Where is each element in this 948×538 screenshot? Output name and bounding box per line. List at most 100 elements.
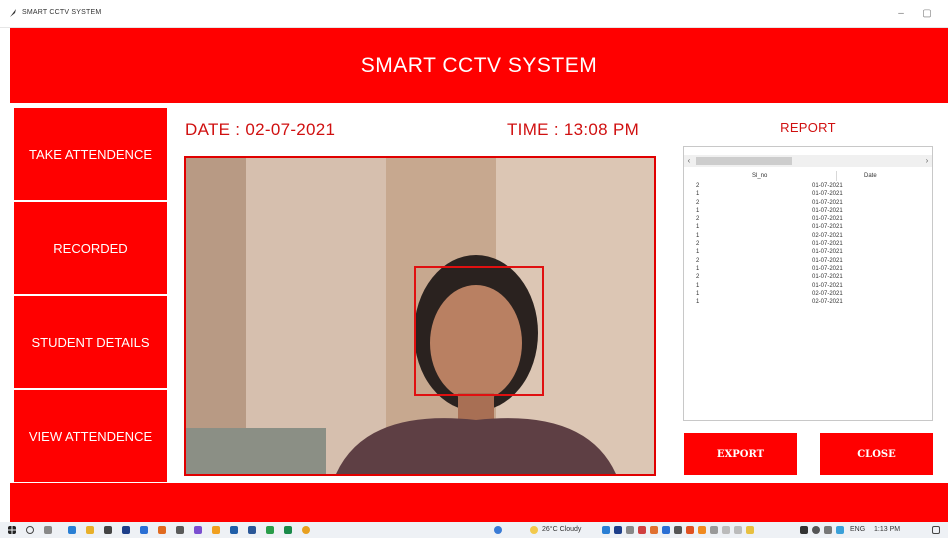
view-attendence-button[interactable]: VIEW ATTENDENCE [14,390,167,482]
task-view-icon[interactable] [44,526,52,534]
table-row[interactable]: 1 01-07-2021 [684,266,932,274]
windows-start-icon[interactable] [8,526,16,534]
table-row[interactable]: 1 01-07-2021 [684,283,932,291]
table-row[interactable]: 2 01-07-2021 [684,274,932,282]
input-language[interactable]: ENG [850,526,865,533]
row-date: 01-07-2021 [812,274,843,281]
row-slno: 2 [696,216,700,223]
tray-icon[interactable] [710,526,718,534]
row-slno: 2 [696,183,700,189]
report-rows: 2 01-07-2021 1 01-07-2021 2 01-07-2021 1 01-07-… [684,183,932,307]
column-header-date[interactable]: Date [864,173,877,179]
row-slno: 1 [696,224,700,231]
table-row[interactable]: 1 02-07-2021 [684,291,932,299]
file-explorer-icon[interactable] [86,526,94,534]
table-row[interactable]: 1 02-07-2021 [684,299,932,307]
volume-icon[interactable] [812,526,820,534]
take-attendence-button[interactable]: TAKE ATTENDENCE [14,108,167,200]
tray-icon[interactable] [674,526,682,534]
horizontal-scrollbar[interactable]: ‹ › [684,155,932,167]
taskbar-clock[interactable]: 1:13 PM [874,526,900,533]
export-button[interactable]: EXPORT [684,433,797,475]
scroll-right-icon[interactable]: › [922,155,932,167]
table-row[interactable]: 1 01-07-2021 [684,224,932,232]
student-details-button[interactable]: STUDENT DETAILS [14,296,167,388]
table-row[interactable]: 2 01-07-2021 [684,241,932,249]
taskbar-app-icon[interactable] [158,526,166,534]
scrollbar-thumb[interactable] [696,157,792,165]
tray-icon[interactable] [602,526,610,534]
row-date: 01-07-2021 [812,265,843,272]
taskbar-app-icon[interactable] [494,526,502,534]
tray-icon[interactable] [686,526,694,534]
row-slno: 1 [696,232,700,239]
taskbar-app-icon[interactable] [212,526,220,534]
window-title: SMART CCTV SYSTEM [22,9,102,16]
recorded-button[interactable]: RECORDED [14,202,167,294]
taskbar-app-icon[interactable] [104,526,112,534]
tray-icon[interactable] [638,526,646,534]
table-row[interactable]: 2 01-07-2021 [684,183,932,191]
tray-icon[interactable] [746,526,754,534]
header-banner: SMART CCTV SYSTEM [10,28,948,103]
table-row[interactable]: 2 01-07-2021 [684,258,932,266]
taskbar-app-icon[interactable] [176,526,184,534]
taskbar-app-icon[interactable] [194,526,202,534]
search-icon[interactable] [26,526,34,534]
row-date: 01-07-2021 [812,224,843,231]
row-slno: 1 [696,265,700,272]
column-header-slno[interactable]: Sl_no [752,173,767,179]
row-slno: 2 [696,241,700,248]
app-window: SMART CCTV SYSTEM TAKE ATTENDENCE RECORD… [10,28,948,522]
row-date: 01-07-2021 [812,241,843,248]
date-display: DATE : 02-07-2021 [185,120,336,139]
taskbar-app-icon[interactable] [122,526,130,534]
taskbar-app-icon[interactable] [230,526,238,534]
time-display: TIME : 13:08 PM [507,120,640,139]
tray-icon[interactable] [734,526,742,534]
taskbar-app-icon[interactable] [68,526,76,534]
row-slno: 1 [696,290,700,297]
row-date: 01-07-2021 [812,207,843,214]
report-title: REPORT [780,120,836,135]
tray-icon[interactable] [662,526,670,534]
table-row[interactable]: 2 01-07-2021 [684,216,932,224]
table-row[interactable]: 2 01-07-2021 [684,200,932,208]
taskbar-app-icon[interactable] [248,526,256,534]
window-titlebar: SMART CCTV SYSTEM – ▢ [0,0,948,28]
tray-icon[interactable] [614,526,622,534]
tray-icon[interactable] [626,526,634,534]
report-table[interactable]: ‹ › Sl_no Date 2 01-07-2021 1 01-07-2021 2 01… [683,146,933,421]
row-date: 01-07-2021 [812,216,843,223]
close-button[interactable]: CLOSE [820,433,933,475]
table-row[interactable]: 1 02-07-2021 [684,233,932,241]
scroll-left-icon[interactable]: ‹ [684,155,694,167]
table-row[interactable]: 1 01-07-2021 [684,208,932,216]
network-icon[interactable] [800,526,808,534]
row-slno: 1 [696,207,700,214]
weather-text[interactable]: 26°C Cloudy [542,526,581,533]
tray-icon[interactable] [650,526,658,534]
table-row[interactable]: 1 01-07-2021 [684,249,932,257]
tray-icon[interactable] [824,526,832,534]
face-detection-box [414,266,544,396]
row-date: 02-07-2021 [812,290,843,297]
chrome-icon[interactable] [302,526,310,534]
sidebar: TAKE ATTENDENCE RECORDED STUDENT DETAILS… [14,108,167,482]
maximize-icon[interactable]: ▢ [918,5,936,23]
camera-feed [184,156,656,476]
table-row[interactable]: 1 01-07-2021 [684,191,932,199]
taskbar-app-icon[interactable] [266,526,274,534]
row-slno: 1 [696,191,700,198]
tray-icon[interactable] [722,526,730,534]
tray-icon[interactable] [698,526,706,534]
tray-icon[interactable] [836,526,844,534]
app-heading: SMART CCTV SYSTEM [360,54,598,77]
taskbar-app-icon[interactable] [284,526,292,534]
notification-icon[interactable] [932,526,940,534]
row-date: 01-07-2021 [812,199,843,206]
row-date: 02-07-2021 [812,232,843,239]
row-date: 01-07-2021 [812,191,843,198]
taskbar-app-icon[interactable] [140,526,148,534]
minimize-icon[interactable]: – [892,5,910,23]
